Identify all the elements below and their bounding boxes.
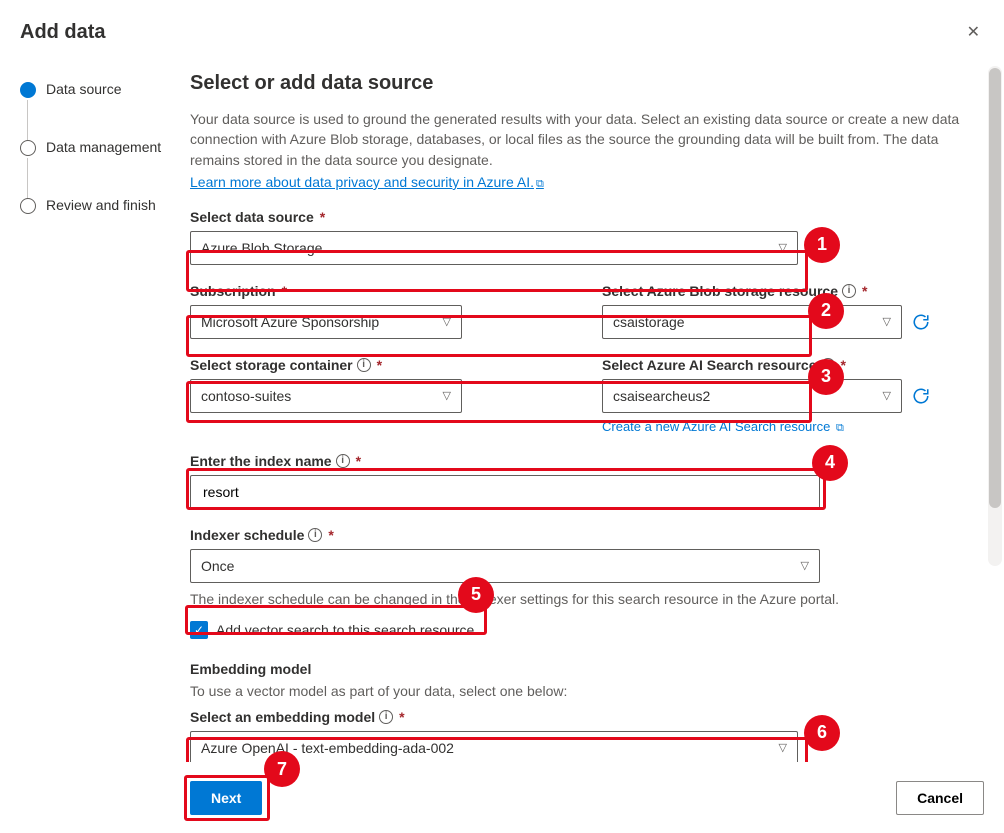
blob-resource-select[interactable]: csaistorage ▽: [602, 305, 902, 339]
blob-resource-label: Select Azure Blob storage resource i *: [602, 283, 974, 299]
refresh-icon[interactable]: [912, 387, 930, 405]
index-name-input[interactable]: [190, 475, 820, 509]
info-icon[interactable]: i: [308, 528, 322, 542]
step-data-management[interactable]: Data management: [20, 138, 180, 196]
indexer-schedule-hint: The indexer schedule can be changed in t…: [190, 591, 974, 607]
create-search-resource-link[interactable]: Create a new Azure AI Search resource ⧉: [602, 419, 844, 435]
data-source-select[interactable]: Azure Blob Storage ▽: [190, 231, 798, 265]
embedding-model-label: Select an embedding model i *: [190, 709, 974, 725]
info-icon[interactable]: i: [842, 284, 856, 298]
external-link-icon: ⧉: [536, 178, 544, 190]
index-name-label: Enter the index name i *: [190, 453, 974, 469]
embedding-heading: Embedding model: [190, 661, 974, 677]
close-icon[interactable]: ✕: [963, 18, 984, 46]
vector-search-checkbox[interactable]: ✓ Add vector search to this search resou…: [190, 621, 974, 639]
storage-container-select[interactable]: contoso-suites ▽: [190, 379, 462, 413]
subscription-label: Subscription*: [190, 283, 562, 299]
storage-container-label: Select storage container i *: [190, 357, 562, 373]
step-data-source[interactable]: Data source: [20, 80, 180, 138]
step-indicator-icon: [20, 198, 36, 214]
next-button[interactable]: Next: [190, 781, 262, 815]
search-resource-select[interactable]: csaisearcheus2 ▽: [602, 379, 902, 413]
step-indicator-icon: [20, 140, 36, 156]
annotation-badge: 1: [804, 227, 840, 263]
info-icon[interactable]: i: [821, 358, 835, 372]
dialog-title: Add data: [20, 21, 106, 44]
chevron-down-icon: ▽: [801, 559, 809, 572]
learn-more-link[interactable]: Learn more about data privacy and securi…: [190, 174, 544, 190]
info-icon[interactable]: i: [336, 454, 350, 468]
page-heading: Select or add data source: [190, 72, 974, 95]
external-link-icon: ⧉: [836, 422, 844, 434]
step-indicator-icon: [20, 82, 36, 98]
indexer-schedule-select[interactable]: Once ▽: [190, 549, 820, 583]
scrollbar-thumb[interactable]: [989, 68, 1001, 508]
embedding-model-select[interactable]: Azure OpenAI - text-embedding-ada-002 ▽: [190, 731, 798, 762]
chevron-down-icon: ▽: [443, 315, 451, 328]
dialog-footer: Next 7 Cancel: [0, 767, 1004, 833]
chevron-down-icon: ▽: [883, 389, 891, 402]
info-icon[interactable]: i: [357, 358, 371, 372]
refresh-icon[interactable]: [912, 313, 930, 331]
form-panel: Select or add data source Your data sour…: [180, 62, 1004, 762]
chevron-down-icon: ▽: [883, 315, 891, 328]
search-resource-label: Select Azure AI Search resource i *: [602, 357, 974, 373]
checkbox-checked-icon: ✓: [190, 621, 208, 639]
cancel-button[interactable]: Cancel: [896, 781, 984, 815]
embedding-desc: To use a vector model as part of your da…: [190, 683, 974, 699]
chevron-down-icon: ▽: [443, 389, 451, 402]
indexer-schedule-label: Indexer schedule i *: [190, 527, 974, 543]
info-icon[interactable]: i: [379, 710, 393, 724]
chevron-down-icon: ▽: [779, 741, 787, 754]
data-source-label: Select data source*: [190, 209, 974, 225]
step-review-finish[interactable]: Review and finish: [20, 196, 180, 254]
step-nav: Data source Data management Review and f…: [0, 62, 180, 762]
dialog-header: Add data ✕: [0, 0, 1004, 62]
chevron-down-icon: ▽: [779, 241, 787, 254]
scrollbar[interactable]: [988, 66, 1002, 566]
page-description: Your data source is used to ground the g…: [190, 109, 974, 170]
subscription-select[interactable]: Microsoft Azure Sponsorship ▽: [190, 305, 462, 339]
